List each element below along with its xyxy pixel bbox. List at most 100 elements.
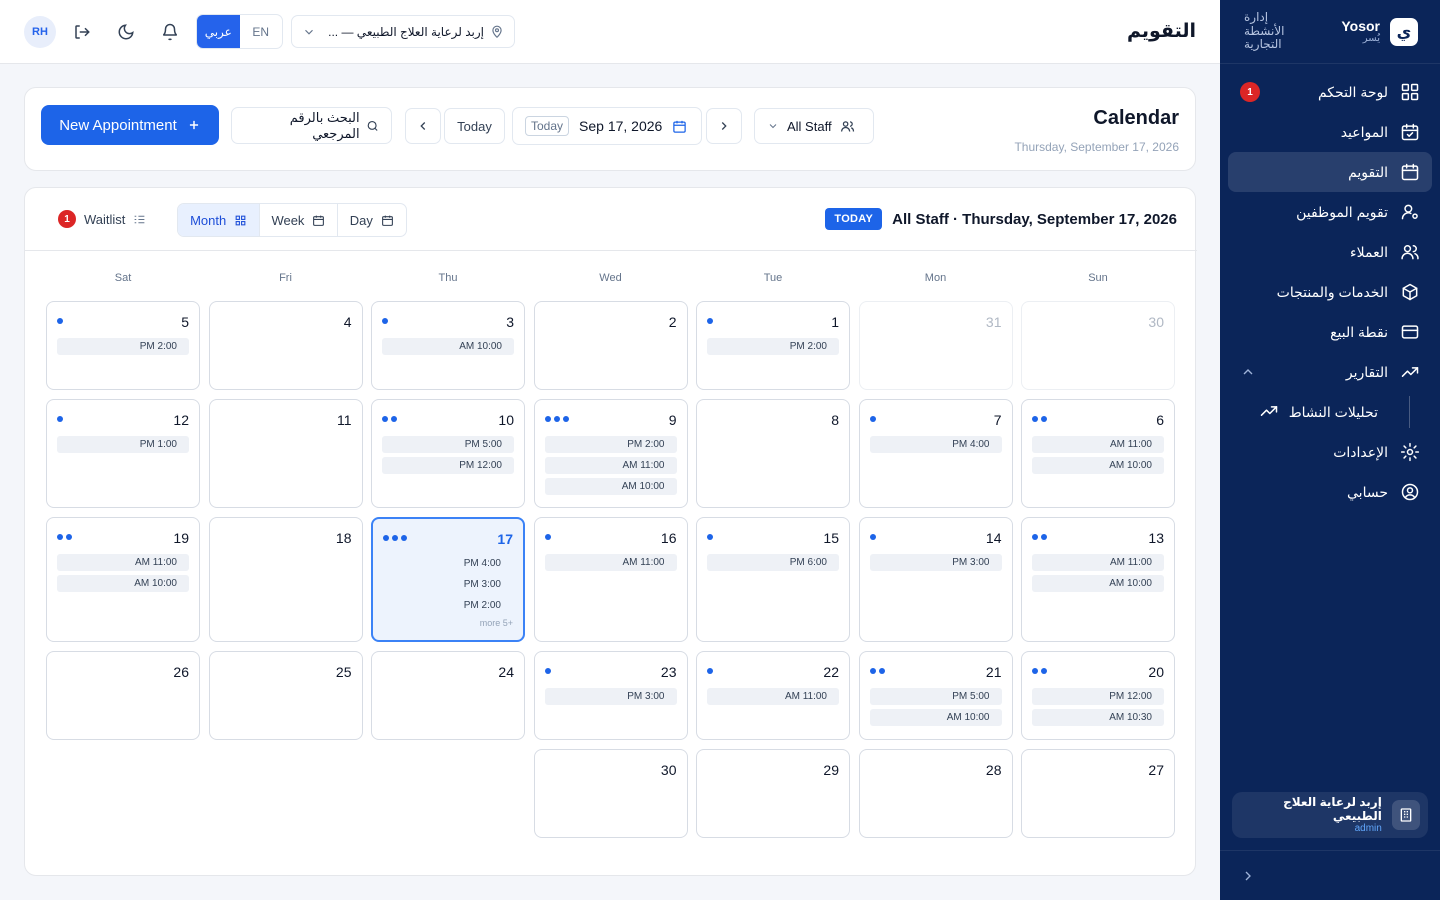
new-appointment-button[interactable]: New Appointment bbox=[41, 105, 219, 145]
weekday-header: Sat bbox=[114, 272, 132, 284]
appointment-slot[interactable]: AM 11:00 bbox=[1032, 554, 1164, 571]
appointment-slot[interactable]: AM 11:00 bbox=[544, 554, 677, 571]
calendar-day[interactable]: 13 AM 11:00 AM 10:00 bbox=[1021, 517, 1175, 642]
lang-en-button[interactable]: EN bbox=[240, 15, 283, 48]
appointment-slot[interactable]: PM 1:00 bbox=[57, 436, 189, 453]
calendar-day[interactable]: 18 bbox=[208, 517, 363, 642]
calendar-day[interactable]: 27 bbox=[1021, 749, 1175, 838]
appointment-slot[interactable]: AM 10:30 bbox=[1032, 709, 1164, 726]
logout-icon[interactable] bbox=[72, 22, 92, 42]
brand-logo[interactable]: ي Yosor يُسر bbox=[1341, 17, 1418, 46]
reference-search-input[interactable]: البحث بالرقم المرجعي bbox=[231, 107, 392, 144]
next-button[interactable] bbox=[706, 108, 742, 144]
date-today-pill[interactable]: Today bbox=[525, 116, 570, 136]
appointment-slot[interactable]: PM 12:00 bbox=[1032, 688, 1164, 705]
appointment-slot[interactable]: PM 5:00 bbox=[382, 436, 514, 453]
calendar-day[interactable]: 6 AM 11:00 AM 10:00 bbox=[1021, 399, 1175, 508]
moon-icon[interactable] bbox=[116, 22, 136, 42]
view-week-button[interactable]: Week bbox=[260, 204, 338, 236]
appointment-slot[interactable]: PM 3:00 bbox=[544, 688, 677, 705]
sidebar-item-0[interactable]: لوحة التحكم 1 bbox=[1228, 72, 1432, 112]
calendar-day[interactable]: 20 PM 12:00 AM 10:30 bbox=[1021, 651, 1175, 740]
date-picker[interactable]: Today Sep 17, 2026 bbox=[512, 107, 702, 145]
calendar-day[interactable]: 26 bbox=[46, 651, 200, 740]
sidebar-item-9[interactable]: الإعدادات bbox=[1228, 432, 1432, 472]
location-select[interactable]: إربد لرعاية العلاج الطبيعي — ... bbox=[291, 15, 515, 48]
appointment-slot[interactable]: AM 10:00 bbox=[382, 338, 514, 355]
calendar-day-today[interactable]: 17 PM 4:00 PM 3:00 PM 2:00 more 5+ bbox=[371, 517, 525, 642]
sidebar-item-2[interactable]: التقويم bbox=[1228, 152, 1432, 192]
appointment-slot[interactable]: PM 3:00 bbox=[383, 576, 513, 593]
calendar-day[interactable]: 4 bbox=[208, 301, 363, 390]
appointment-slot[interactable]: AM 10:00 bbox=[57, 575, 189, 592]
lang-ar-button[interactable]: عربي bbox=[197, 15, 240, 48]
appointment-slot[interactable]: AM 11:00 bbox=[544, 457, 677, 474]
chevron-right-icon[interactable] bbox=[1240, 868, 1256, 884]
appointment-slot[interactable]: AM 10:00 bbox=[1032, 575, 1164, 592]
sidebar-item-8[interactable]: تحليلات النشاط bbox=[1228, 392, 1432, 432]
appointment-slot[interactable]: AM 10:00 bbox=[1032, 457, 1164, 474]
calendar-day[interactable]: 19 AM 11:00 AM 10:00 bbox=[46, 517, 200, 642]
calendar-day[interactable]: 5 PM 2:00 bbox=[46, 301, 200, 390]
calendar-day[interactable]: 31 bbox=[858, 301, 1013, 390]
appointment-slot[interactable]: AM 10:00 bbox=[544, 478, 677, 495]
sidebar-item-4[interactable]: العملاء bbox=[1228, 232, 1432, 272]
calendar-day[interactable]: 9 PM 2:00 AM 11:00 AM 10:00 bbox=[533, 399, 688, 508]
appointment-slot[interactable]: PM 3:00 bbox=[869, 554, 1002, 571]
day-number: 4 bbox=[343, 314, 352, 330]
calendar-day[interactable]: 8 bbox=[696, 399, 850, 508]
avatar[interactable]: RH bbox=[24, 16, 56, 48]
appointment-slot[interactable]: AM 10:00 bbox=[869, 709, 1002, 726]
calendar-day[interactable]: 22 AM 11:00 bbox=[696, 651, 850, 740]
sidebar-item-3[interactable]: تقويم الموظفين bbox=[1228, 192, 1432, 232]
sidebar-item-6[interactable]: نقطة البيع bbox=[1228, 312, 1432, 352]
staff-filter[interactable]: All Staff bbox=[754, 108, 874, 144]
more-appointments-link[interactable]: more 5+ bbox=[480, 618, 513, 628]
bell-icon[interactable] bbox=[160, 22, 180, 42]
appointment-slot[interactable]: PM 5:00 bbox=[869, 688, 1002, 705]
calendar-day[interactable]: 7 PM 4:00 bbox=[858, 399, 1013, 508]
appointment-dots bbox=[544, 416, 569, 422]
calendar-day[interactable]: 2 bbox=[533, 301, 688, 390]
calendar-day[interactable]: 16 AM 11:00 bbox=[533, 517, 688, 642]
calendar-day[interactable]: 30 bbox=[1021, 301, 1175, 390]
calendar-day[interactable]: 10 PM 5:00 PM 12:00 bbox=[371, 399, 525, 508]
calendar-day[interactable]: 24 bbox=[371, 651, 525, 740]
calendar-day[interactable]: 1 PM 2:00 bbox=[696, 301, 850, 390]
calendar-day[interactable]: 12 PM 1:00 bbox=[46, 399, 200, 508]
appointment-slot[interactable]: PM 4:00 bbox=[383, 555, 513, 572]
sidebar-item-1[interactable]: المواعيد bbox=[1228, 112, 1432, 152]
org-card[interactable]: إربد لرعاية العلاج الطبيعي admin bbox=[1232, 792, 1428, 838]
today-button[interactable]: Today bbox=[444, 108, 505, 144]
appointment-slot[interactable]: PM 4:00 bbox=[869, 436, 1002, 453]
calendar-day[interactable]: 23 PM 3:00 bbox=[533, 651, 688, 740]
calendar-day[interactable]: 25 bbox=[208, 651, 363, 740]
appointment-slot[interactable]: PM 6:00 bbox=[707, 554, 839, 571]
appointment-slot[interactable]: PM 2:00 bbox=[57, 338, 189, 355]
sidebar-item-5[interactable]: الخدمات والمنتجات bbox=[1228, 272, 1432, 312]
today-badge: TODAY bbox=[825, 208, 883, 230]
prev-button[interactable] bbox=[405, 108, 441, 144]
calendar-day[interactable]: 11 bbox=[208, 399, 363, 508]
appointment-slot[interactable]: PM 2:00 bbox=[544, 436, 677, 453]
sidebar-item-7[interactable]: التقارير bbox=[1228, 352, 1432, 392]
calendar-day[interactable]: 21 PM 5:00 AM 10:00 bbox=[858, 651, 1013, 740]
view-month-button[interactable]: Month bbox=[178, 204, 261, 236]
calendar-day[interactable]: 15 PM 6:00 bbox=[696, 517, 850, 642]
calendar-day[interactable]: 28 bbox=[858, 749, 1013, 838]
calendar-day[interactable]: 29 bbox=[696, 749, 850, 838]
appointment-slot[interactable]: PM 2:00 bbox=[707, 338, 839, 355]
day-number: 24 bbox=[498, 664, 514, 680]
appointment-slot[interactable]: AM 11:00 bbox=[57, 554, 189, 571]
appointment-slot[interactable]: AM 11:00 bbox=[1032, 436, 1164, 453]
calendar-day[interactable]: 30 bbox=[533, 749, 688, 838]
appointment-slot[interactable]: PM 2:00 bbox=[383, 597, 513, 614]
appointment-slot[interactable]: AM 11:00 bbox=[707, 688, 839, 705]
calendar-day[interactable]: 3 AM 10:00 bbox=[371, 301, 525, 390]
appointment-slot[interactable]: PM 12:00 bbox=[382, 457, 514, 474]
calendar-day[interactable]: 14 PM 3:00 bbox=[858, 517, 1013, 642]
chevron-up-icon[interactable] bbox=[1240, 364, 1256, 380]
waitlist-button[interactable]: 1 Waitlist bbox=[58, 210, 146, 228]
view-day-button[interactable]: Day bbox=[338, 204, 406, 236]
sidebar-item-10[interactable]: حسابي bbox=[1228, 472, 1432, 512]
